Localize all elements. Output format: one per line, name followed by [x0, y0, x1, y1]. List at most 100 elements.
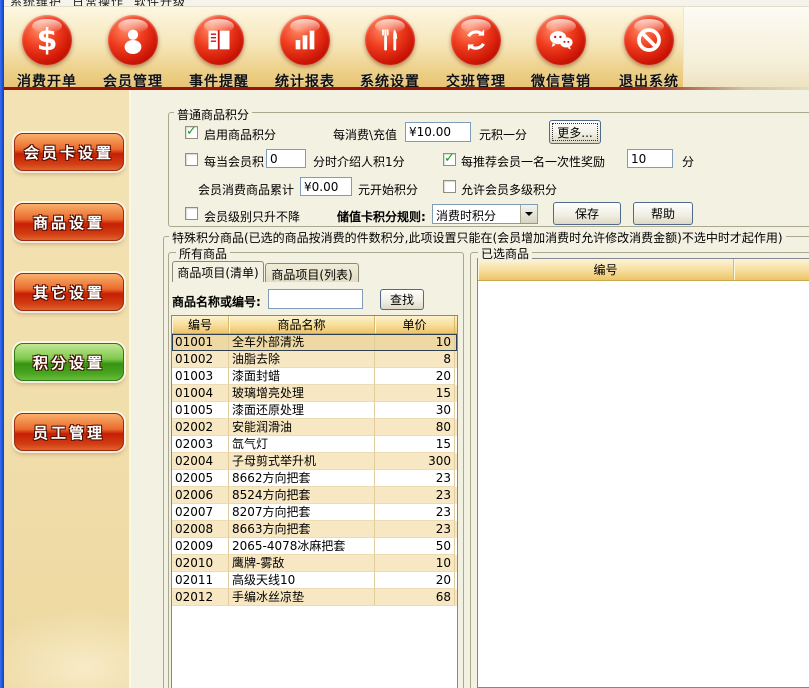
table-row[interactable]: 02002 安能润滑油 80 — [172, 419, 457, 436]
toolbar-item-statistics-report[interactable]: 统计报表 — [262, 15, 348, 91]
cell-code: 01004 — [172, 385, 229, 402]
cell-price: 23 — [375, 487, 455, 504]
card-rule-label: 储值卡积分规则: — [337, 208, 426, 225]
sidebar: 会员卡设置 商品设置 其它设置 积分设置 员工管理 — [4, 90, 131, 688]
toolbar-item-consume-billing[interactable]: $ 消费开单 — [4, 15, 90, 91]
cell-name: 高级天线10 — [229, 572, 375, 589]
level-no-drop-checkbox[interactable] — [185, 207, 198, 220]
toolbar-item-system-settings[interactable]: 系统设置 — [347, 15, 433, 91]
save-button[interactable]: 保存 — [553, 202, 621, 225]
cell-price: 15 — [375, 436, 455, 453]
card-rule-dropdown[interactable]: 消费时积分 — [432, 204, 538, 224]
table-row[interactable]: 02009 2065-4078冰麻把套 50 — [172, 538, 457, 555]
table-row[interactable]: 01004 玻璃增亮处理 15 — [172, 385, 457, 402]
more-button[interactable]: 更多... — [549, 120, 601, 144]
column-header-code[interactable]: 编号 — [172, 316, 229, 333]
table-row[interactable]: 02008 8663方向把套 23 — [172, 521, 457, 538]
accumulate-input[interactable] — [300, 177, 352, 196]
menu-item-3[interactable]: 软件升级 — [134, 0, 186, 7]
cell-price: 15 — [375, 385, 455, 402]
table-row[interactable]: 02010 鹰牌-雾敌 10 — [172, 555, 457, 572]
enable-product-points-checkbox[interactable] — [185, 126, 198, 139]
menu-item-2[interactable]: 日常操作 — [72, 0, 124, 7]
cell-code: 02009 — [172, 538, 229, 555]
recommend-reward-label: 每推荐会员一名一次性奖励 — [461, 153, 605, 170]
sidebar-item-staff-management[interactable]: 员工管理 — [14, 413, 124, 451]
cell-code: 02004 — [172, 453, 229, 470]
cell-name: 安能润滑油 — [229, 419, 375, 436]
cell-price: 20 — [375, 572, 455, 589]
referrer-points-checkbox[interactable] — [185, 153, 198, 166]
referrer-points-suffix: 分时介绍人积1分 — [313, 153, 405, 170]
sidebar-item-product-settings[interactable]: 商品设置 — [14, 203, 124, 241]
menu-bar: 系统维护 日常操作 软件升级 — [4, 0, 809, 7]
toolbar-item-wechat-marketing[interactable]: 微信营销 — [518, 15, 604, 91]
multi-level-points-label: 允许会员多级积分 — [461, 181, 557, 198]
cell-name: 2065-4078冰麻把套 — [229, 538, 375, 555]
table-row[interactable]: 02012 手编冰丝凉垫 68 — [172, 589, 457, 606]
table-row[interactable]: 02007 8207方向把套 23 — [172, 504, 457, 521]
bar-chart-icon — [280, 15, 330, 65]
recommend-reward-input[interactable] — [627, 149, 673, 168]
cell-name: 手编冰丝凉垫 — [229, 589, 375, 606]
column-header-chosen-extra[interactable] — [734, 259, 809, 280]
cell-name: 油脂去除 — [229, 351, 375, 368]
cell-price: 80 — [375, 419, 455, 436]
column-header-name[interactable]: 商品名称 — [229, 316, 375, 333]
toolbar-item-exit-system[interactable]: 退出系统 — [606, 15, 692, 91]
tab-product-list-table[interactable]: 商品项目(列表) — [265, 263, 359, 282]
column-header-chosen-code[interactable]: 编号 — [478, 259, 734, 280]
cell-code: 01001 — [172, 334, 229, 351]
enable-product-points-label: 启用商品积分 — [204, 126, 276, 143]
chevron-down-icon[interactable] — [520, 205, 537, 223]
search-button[interactable]: 查找 — [380, 289, 424, 310]
toolbar-item-member-management[interactable]: 会员管理 — [90, 15, 176, 91]
table-row[interactable]: 02003 氙气灯 15 — [172, 436, 457, 453]
toolbar-item-shift-management[interactable]: 交班管理 — [433, 15, 519, 91]
table-row[interactable]: 01003 漆面封蜡 20 — [172, 368, 457, 385]
cell-code: 01005 — [172, 402, 229, 419]
table-row[interactable]: 02006 8524方向把套 23 — [172, 487, 457, 504]
recommend-reward-checkbox[interactable] — [443, 153, 456, 166]
toolbar-separator — [0, 87, 809, 90]
cell-name: 氙气灯 — [229, 436, 375, 453]
cell-code: 02011 — [172, 572, 229, 589]
chosen-products-listview: 编号 — [477, 258, 809, 688]
table-row[interactable]: 01002 油脂去除 8 — [172, 351, 457, 368]
menu-item-1[interactable]: 系统维护 — [10, 0, 62, 7]
toolbar-item-event-reminder[interactable]: 事件提醒 — [176, 15, 262, 91]
accumulate-suffix: 元开始积分 — [358, 181, 418, 198]
toolbar-fade — [683, 7, 809, 87]
sidebar-item-points-settings[interactable]: 积分设置 — [14, 343, 124, 381]
referrer-points-input[interactable] — [266, 149, 306, 168]
cell-name: 子母剪式举升机 — [229, 453, 375, 470]
table-row[interactable]: 01001 全车外部清洗 10 — [172, 334, 457, 351]
table-row[interactable]: 01005 漆面还原处理 30 — [172, 402, 457, 419]
cell-name: 玻璃增亮处理 — [229, 385, 375, 402]
table-row[interactable]: 02005 8662方向把套 23 — [172, 470, 457, 487]
help-button[interactable]: 帮助 — [633, 202, 693, 225]
cell-price: 20 — [375, 368, 455, 385]
table-row[interactable]: 02004 子母剪式举升机 300 — [172, 453, 457, 470]
column-header-price[interactable]: 单价 — [375, 316, 455, 333]
cell-code: 02005 — [172, 470, 229, 487]
exit-icon — [624, 15, 674, 65]
search-label: 商品名称或编号: — [172, 293, 261, 310]
table-row[interactable]: 02011 高级天线10 20 — [172, 572, 457, 589]
chosen-table-header: 编号 — [478, 259, 809, 281]
per-consume-input[interactable] — [405, 122, 471, 142]
tab-product-list-detail[interactable]: 商品项目(清单) — [172, 261, 264, 282]
cell-price: 23 — [375, 470, 455, 487]
multi-level-points-checkbox[interactable] — [443, 180, 456, 193]
sidebar-item-member-card-settings[interactable]: 会员卡设置 — [14, 133, 124, 171]
cell-price: 30 — [375, 402, 455, 419]
cell-code: 02003 — [172, 436, 229, 453]
cell-code: 02007 — [172, 504, 229, 521]
book-icon — [194, 15, 244, 65]
referrer-points-label: 每当会员积 — [204, 153, 264, 170]
wechat-icon — [536, 15, 586, 65]
cell-name: 8663方向把套 — [229, 521, 375, 538]
search-input[interactable] — [268, 289, 363, 309]
sidebar-item-other-settings[interactable]: 其它设置 — [14, 273, 124, 311]
level-no-drop-label: 会员级别只升不降 — [204, 208, 300, 225]
